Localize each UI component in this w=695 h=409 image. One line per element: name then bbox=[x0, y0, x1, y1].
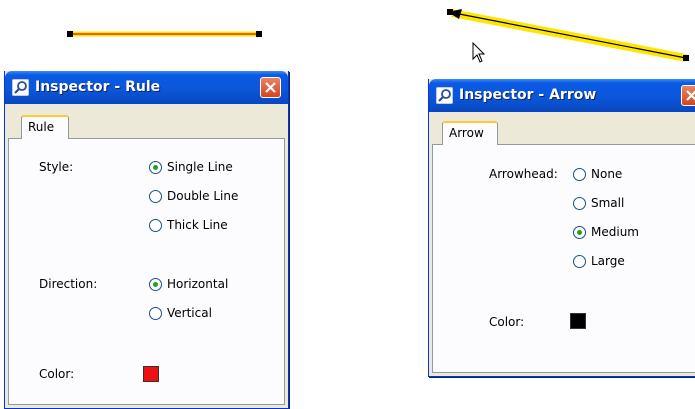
rule-inspector-title: Inspector - Rule bbox=[35, 79, 161, 95]
direction-label: Direction: bbox=[39, 277, 98, 291]
arrow-inspector-titlebar[interactable]: Inspector - Arrow bbox=[429, 79, 695, 112]
style-label: Style: bbox=[39, 160, 74, 174]
arrowhead-option-medium[interactable]: Medium bbox=[573, 225, 639, 239]
arrow-inspector-window: Inspector - Arrow Arrow Arrowhead: None … bbox=[428, 79, 695, 377]
arrow-handle-start[interactable] bbox=[447, 9, 453, 15]
radio-label: Double Line bbox=[167, 189, 239, 203]
close-icon bbox=[686, 90, 695, 101]
arrow-handle-end[interactable] bbox=[683, 55, 689, 61]
radio-button[interactable] bbox=[573, 225, 586, 239]
rule-color-swatch[interactable] bbox=[143, 366, 159, 382]
radio-button[interactable] bbox=[149, 218, 162, 232]
radio-button[interactable] bbox=[573, 167, 586, 181]
arrow-tab-panel: Arrowhead: None Small Medium Large Color… bbox=[432, 144, 695, 373]
arrow-inspector-body: Arrow Arrowhead: None Small Medium Large… bbox=[432, 121, 695, 373]
radio-button[interactable] bbox=[149, 277, 162, 291]
radio-button[interactable] bbox=[149, 160, 162, 174]
rule-handle-end[interactable] bbox=[256, 31, 262, 37]
arrowhead-option-large[interactable]: Large bbox=[573, 254, 625, 268]
radio-label: Small bbox=[591, 196, 625, 210]
rule-tab-panel: Style: Single Line Double Line Thick Lin… bbox=[8, 138, 285, 405]
arrow-line[interactable] bbox=[453, 12, 687, 59]
direction-option-vertical[interactable]: Vertical bbox=[149, 306, 212, 320]
tab-arrow[interactable]: Arrow bbox=[442, 121, 498, 145]
tab-rule[interactable]: Rule bbox=[21, 115, 69, 139]
radio-label: None bbox=[591, 167, 623, 181]
rule-inspector-close-button[interactable] bbox=[260, 77, 281, 98]
radio-label: Horizontal bbox=[167, 277, 229, 291]
arrow-selection-highlight bbox=[451, 9, 687, 62]
radio-button[interactable] bbox=[149, 306, 162, 320]
style-option-thick-line[interactable]: Thick Line bbox=[149, 218, 228, 232]
radio-label: Medium bbox=[591, 225, 639, 239]
direction-option-horizontal[interactable]: Horizontal bbox=[149, 277, 228, 291]
radio-button[interactable] bbox=[149, 189, 162, 203]
inspector-icon bbox=[12, 79, 29, 96]
rule-handle-start[interactable] bbox=[67, 31, 73, 37]
color-label: Color: bbox=[39, 367, 75, 381]
tab-rule-label: Rule bbox=[28, 120, 55, 134]
arrow-inspector-close-button[interactable] bbox=[681, 85, 695, 106]
color-label: Color: bbox=[489, 315, 525, 329]
rule-inspector-titlebar[interactable]: Inspector - Rule bbox=[5, 71, 288, 104]
radio-label: Thick Line bbox=[167, 218, 228, 232]
style-option-double-line[interactable]: Double Line bbox=[149, 189, 238, 203]
rule-inspector-body: Rule Style: Single Line Double Line Thic… bbox=[8, 115, 285, 405]
radio-label: Large bbox=[591, 254, 625, 268]
rule-inspector-window: Inspector - Rule Rule Style: Single Line… bbox=[4, 71, 289, 409]
radio-label: Vertical bbox=[167, 306, 212, 320]
tab-arrow-label: Arrow bbox=[449, 126, 484, 140]
arrowhead-icon bbox=[448, 9, 462, 19]
arrowhead-label: Arrowhead: bbox=[489, 167, 558, 181]
radio-button[interactable] bbox=[573, 196, 586, 210]
arrowhead-option-none[interactable]: None bbox=[573, 167, 622, 181]
close-icon bbox=[265, 82, 276, 93]
arrow-inspector-title: Inspector - Arrow bbox=[459, 87, 597, 103]
radio-button[interactable] bbox=[573, 254, 586, 268]
arrowhead-option-small[interactable]: Small bbox=[573, 196, 624, 210]
mouse-pointer-icon bbox=[472, 42, 486, 63]
radio-label: Single Line bbox=[167, 160, 233, 174]
style-option-single-line[interactable]: Single Line bbox=[149, 160, 233, 174]
inspector-icon bbox=[436, 87, 453, 104]
arrow-color-swatch[interactable] bbox=[570, 313, 586, 329]
